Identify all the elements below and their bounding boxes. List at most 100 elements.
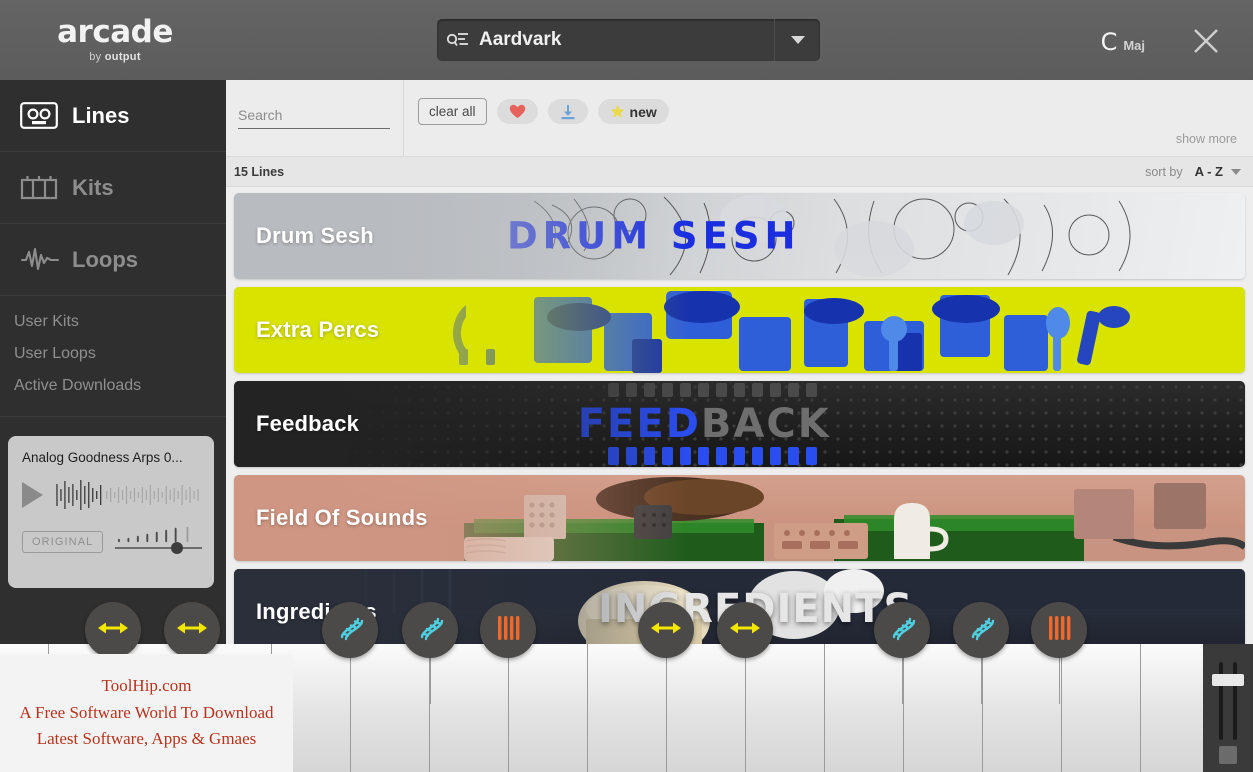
clear-all-button[interactable]: clear all <box>418 98 487 125</box>
sidebar-item-loops[interactable]: Loops <box>0 224 226 296</box>
downloads-filter[interactable] <box>547 99 588 124</box>
slider-knob[interactable] <box>170 542 183 554</box>
browser-toolbar: clear all n <box>226 80 1253 156</box>
cassette-icon <box>14 102 72 129</box>
preview-player: Analog Goodness Arps 0... ORIGINAL <box>8 436 214 588</box>
app-header: arcade by output Aardvark C Maj <box>0 0 1253 80</box>
app-logo: arcade by output <box>0 14 230 64</box>
preset-name-label: Aardvark <box>479 29 562 50</box>
watermark-line-1: ToolHip.com <box>101 676 192 696</box>
badge-stem <box>981 658 982 704</box>
waveform-icon <box>14 246 72 273</box>
heart-icon <box>509 104 525 118</box>
logo-wordmark: arcade <box>57 14 173 50</box>
mutate-dna-badge[interactable] <box>402 602 458 658</box>
logo-brand-text: output <box>104 51 141 63</box>
key-divider <box>982 644 983 772</box>
badge-stem <box>508 658 509 704</box>
repeat-bars-badge[interactable] <box>1031 602 1087 658</box>
preset-selector[interactable]: Aardvark <box>437 19 820 61</box>
card-title: Extra Percs <box>256 317 380 342</box>
player-track-title: Analog Goodness Arps 0... <box>22 450 183 465</box>
sidebar-item-user-kits[interactable]: User Kits <box>0 306 226 338</box>
panel-button[interactable] <box>1219 746 1237 764</box>
search-zone <box>226 80 419 156</box>
key-divider <box>903 644 904 772</box>
sidebar-item-label: Kits <box>72 174 114 200</box>
variation-badge[interactable]: ORIGINAL <box>22 531 104 553</box>
key-divider <box>1061 644 1062 772</box>
sort-by-label: sort by <box>1145 164 1183 179</box>
intensity-slider[interactable] <box>115 527 202 557</box>
favorites-filter[interactable] <box>496 99 538 124</box>
chevron-down-icon[interactable] <box>1231 168 1241 175</box>
repeat-bars-icon <box>1047 615 1071 646</box>
transpose-arrow-icon <box>177 619 207 642</box>
new-filter-label: new <box>629 103 657 120</box>
download-icon <box>561 104 575 119</box>
play-icon[interactable] <box>22 482 43 508</box>
key-divider <box>1140 644 1141 772</box>
card-title: Drum Sesh <box>256 223 374 248</box>
lines-list: DRUM SESH Drum Sesh <box>226 187 1253 655</box>
watermark-line-2: A Free Software World To Download <box>19 702 274 722</box>
search-box[interactable] <box>238 107 419 129</box>
transpose-arrow-badge[interactable] <box>717 602 773 658</box>
transpose-arrow-badge[interactable] <box>638 602 694 658</box>
kit-rack-icon <box>14 174 72 201</box>
sidebar-item-kits[interactable]: Kits <box>0 152 226 224</box>
transpose-arrow-badge[interactable] <box>164 602 220 658</box>
transpose-arrow-icon <box>98 619 128 642</box>
filter-zone: clear all new show more <box>404 80 1253 156</box>
key-divider <box>824 644 825 772</box>
wheel-panel <box>1203 644 1253 772</box>
wheel-cap[interactable] <box>1212 674 1244 686</box>
sidebar-item-label: Loops <box>72 246 138 272</box>
mutate-dna-icon <box>888 614 916 647</box>
sidebar-item-lines[interactable]: Lines <box>0 80 226 152</box>
sort-value[interactable]: A - Z <box>1195 164 1223 179</box>
key-quality-label: Maj <box>1123 38 1145 53</box>
star-icon <box>610 104 624 118</box>
badge-stem <box>745 658 746 704</box>
sidebar-item-label: Lines <box>72 102 130 128</box>
card-title: Field Of Sounds <box>256 505 428 530</box>
transpose-arrow-icon <box>730 619 760 642</box>
sidebar-subnav: User Kits User Loops Active Downloads <box>0 296 226 417</box>
close-icon <box>1194 29 1218 53</box>
key-indicator[interactable]: C Maj <box>1101 28 1145 56</box>
mutate-dna-badge[interactable] <box>322 602 378 658</box>
preset-dropdown-button[interactable] <box>774 19 820 61</box>
waveform-display <box>53 478 202 512</box>
search-input[interactable] <box>238 107 419 123</box>
logo-by-text: by <box>89 51 102 63</box>
sidebar-item-user-loops[interactable]: User Loops <box>0 338 226 370</box>
sidebar-item-active-downloads[interactable]: Active Downloads <box>0 370 226 402</box>
badge-stem <box>666 658 667 704</box>
mutate-dna-badge[interactable] <box>953 602 1009 658</box>
key-root-label: C <box>1100 28 1118 56</box>
transpose-arrow-badge[interactable] <box>85 602 141 658</box>
repeat-bars-icon <box>496 615 520 646</box>
card-title: Feedback <box>256 411 360 436</box>
line-card[interactable]: FEEDBACK <box>234 381 1245 467</box>
slider-track <box>115 547 202 549</box>
new-filter[interactable]: new <box>597 99 669 124</box>
chevron-down-icon <box>790 36 805 44</box>
line-card[interactable]: Extra Percs <box>234 287 1245 373</box>
show-more-link[interactable]: show more <box>1176 132 1237 146</box>
close-button[interactable] <box>1191 26 1221 56</box>
logo-subtitle: by output <box>89 51 141 63</box>
badge-stem <box>430 658 431 704</box>
mutate-dna-icon <box>336 614 364 647</box>
line-card[interactable]: Field Of Sounds <box>234 475 1245 561</box>
transpose-arrow-icon <box>651 619 681 642</box>
mutate-dna-badge[interactable] <box>874 602 930 658</box>
repeat-bars-badge[interactable] <box>480 602 536 658</box>
line-card[interactable]: DRUM SESH Drum Sesh <box>234 193 1245 279</box>
watermark-line-3: Latest Software, Apps & Gmaes <box>36 729 257 749</box>
badge-stem <box>350 658 351 704</box>
badge-stem <box>1059 658 1060 704</box>
watermark-overlay: ToolHip.com A Free Software World To Dow… <box>0 654 293 772</box>
list-header: 15 Lines sort by A - Z <box>226 156 1253 187</box>
